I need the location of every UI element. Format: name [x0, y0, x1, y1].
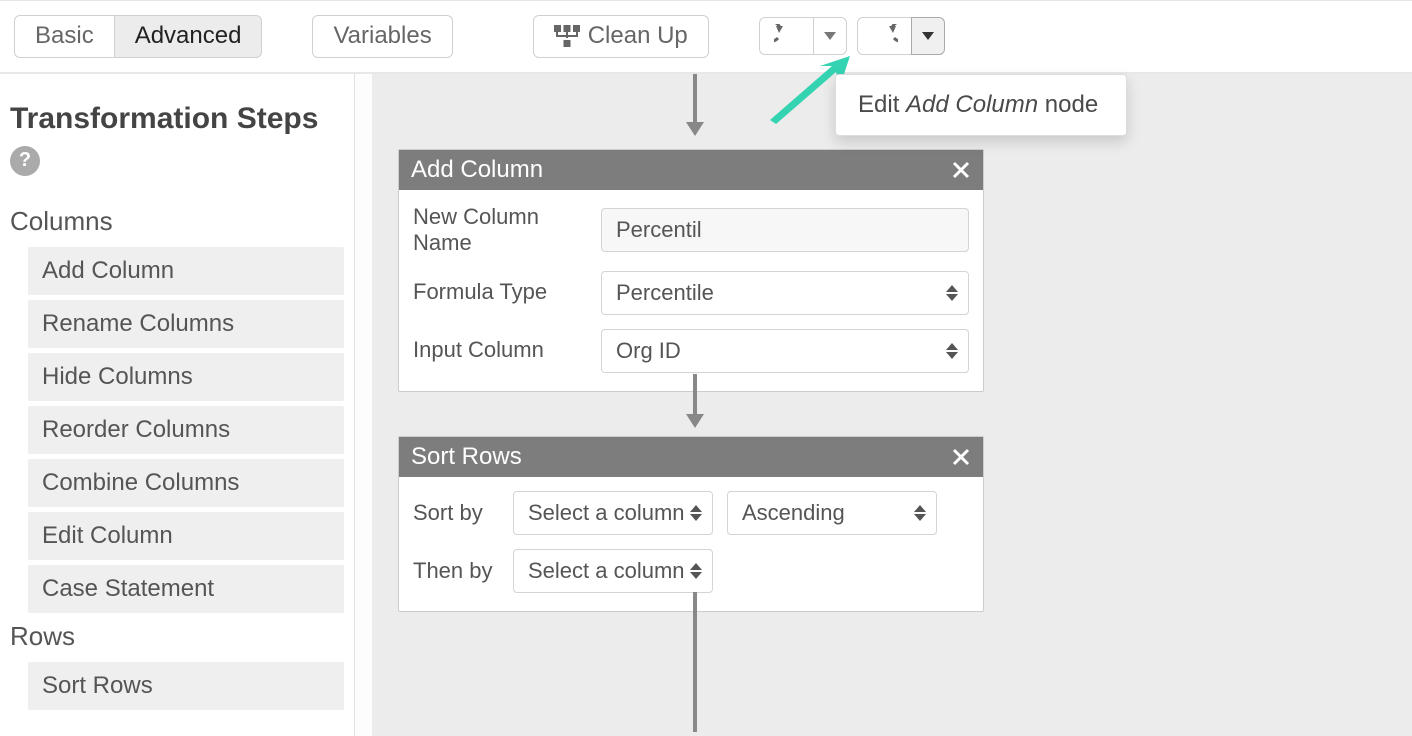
- cleanup-button[interactable]: Clean Up: [533, 15, 709, 58]
- formula-type-value: Percentile: [616, 280, 714, 305]
- close-icon[interactable]: [951, 447, 971, 467]
- select-caret-icon: [946, 285, 958, 301]
- main-area: Transformation Steps ? Columns Add Colum…: [0, 74, 1412, 736]
- input-column-select[interactable]: Org ID: [601, 329, 969, 373]
- basic-tab[interactable]: Basic: [14, 15, 115, 58]
- canvas: Add Column New Column Name Formula Type …: [355, 74, 1412, 736]
- redo-tooltip: Edit Add Column node: [835, 74, 1127, 136]
- sidebar-item-sort-rows[interactable]: Sort Rows: [28, 662, 344, 710]
- sidebar: Transformation Steps ? Columns Add Colum…: [0, 74, 355, 736]
- redo-dropdown[interactable]: [911, 17, 945, 55]
- input-column-value: Org ID: [616, 338, 681, 363]
- select-caret-icon: [914, 505, 926, 521]
- select-caret-icon: [690, 563, 702, 579]
- undo-dropdown[interactable]: [813, 17, 847, 55]
- undo-button[interactable]: [759, 17, 814, 55]
- variables-button[interactable]: Variables: [312, 15, 452, 58]
- flow-arrow: [686, 592, 704, 732]
- sidebar-item-combine-columns[interactable]: Combine Columns: [28, 459, 344, 507]
- sort-order-value: Ascending: [742, 500, 845, 525]
- sidebar-item-case-statement[interactable]: Case Statement: [28, 565, 344, 613]
- hierarchy-icon: [554, 25, 580, 47]
- tooltip-suffix: node: [1038, 91, 1098, 118]
- add-column-node: Add Column New Column Name Formula Type …: [398, 149, 984, 392]
- columns-heading: Columns: [10, 206, 344, 237]
- new-column-name-label: New Column Name: [413, 204, 587, 257]
- sort-rows-node-header[interactable]: Sort Rows: [399, 437, 983, 477]
- add-column-node-title: Add Column: [411, 156, 543, 184]
- sidebar-item-hide-columns[interactable]: Hide Columns: [28, 353, 344, 401]
- redo-button[interactable]: [857, 17, 912, 55]
- sort-by-column-select[interactable]: Select a column: [513, 491, 713, 535]
- tooltip-prefix: Edit: [858, 91, 906, 118]
- undo-group: [759, 17, 847, 55]
- input-column-label: Input Column: [413, 337, 587, 363]
- then-by-column-select[interactable]: Select a column: [513, 549, 713, 593]
- sidebar-item-reorder-columns[interactable]: Reorder Columns: [28, 406, 344, 454]
- mode-switch: Basic Advanced: [14, 15, 262, 58]
- rows-heading: Rows: [10, 621, 344, 652]
- sidebar-item-edit-column[interactable]: Edit Column: [28, 512, 344, 560]
- sort-order-select[interactable]: Ascending: [727, 491, 937, 535]
- help-icon[interactable]: ?: [10, 146, 40, 176]
- add-column-node-header[interactable]: Add Column: [399, 150, 983, 190]
- tooltip-em: Add Column: [906, 91, 1038, 118]
- flow-arrow: [686, 74, 704, 136]
- sort-rows-node: Sort Rows Sort by Select a column Ascend…: [398, 436, 984, 612]
- new-column-name-input[interactable]: [601, 208, 969, 252]
- flow-arrow: [686, 374, 704, 428]
- formula-type-select[interactable]: Percentile: [601, 271, 969, 315]
- sidebar-item-add-column[interactable]: Add Column: [28, 247, 344, 295]
- cleanup-label: Clean Up: [588, 22, 688, 51]
- close-icon[interactable]: [951, 160, 971, 180]
- sort-by-column-value: Select a column: [528, 500, 685, 525]
- sidebar-item-rename-columns[interactable]: Rename Columns: [28, 300, 344, 348]
- sort-by-label: Sort by: [413, 500, 499, 526]
- chevron-down-icon: [824, 32, 836, 40]
- advanced-tab[interactable]: Advanced: [114, 15, 263, 58]
- select-caret-icon: [946, 343, 958, 359]
- sidebar-title: Transformation Steps: [10, 102, 344, 136]
- redo-group: [857, 17, 945, 55]
- select-caret-icon: [690, 505, 702, 521]
- then-by-label: Then by: [413, 558, 499, 584]
- top-toolbar: Basic Advanced Variables Clean Up: [0, 0, 1412, 74]
- undo-icon: [774, 24, 800, 48]
- formula-type-label: Formula Type: [413, 279, 587, 305]
- sort-rows-node-title: Sort Rows: [411, 443, 522, 471]
- chevron-down-icon: [922, 32, 934, 40]
- then-by-column-value: Select a column: [528, 558, 685, 583]
- redo-icon: [872, 24, 898, 48]
